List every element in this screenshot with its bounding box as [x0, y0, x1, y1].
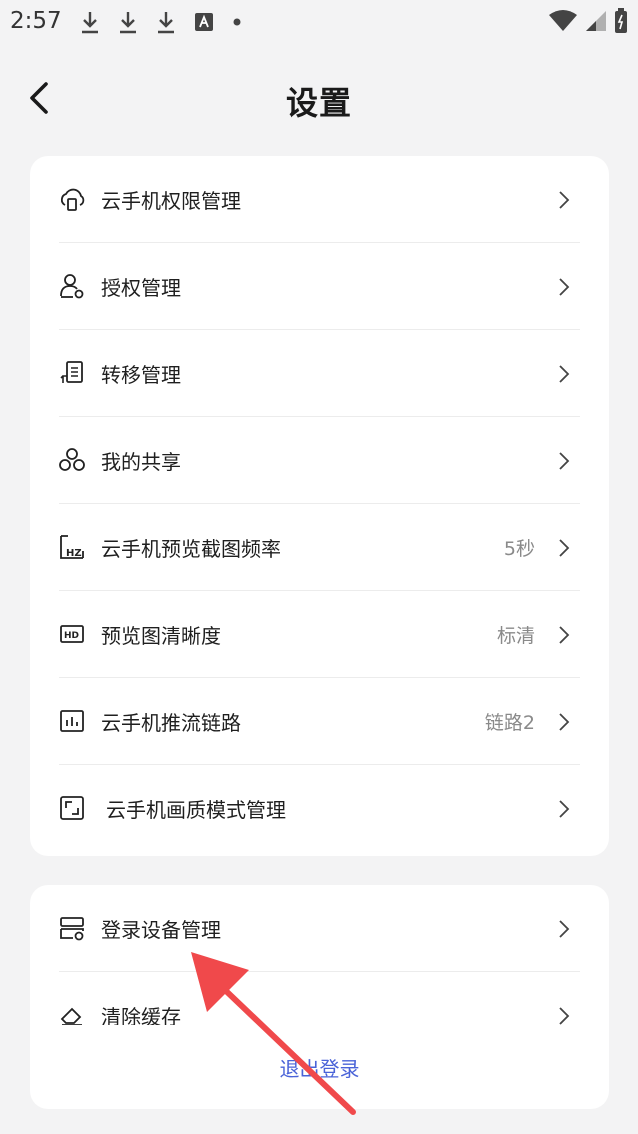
hd-icon: HD — [60, 625, 84, 643]
menu-item-login-devices[interactable]: 登录设备管理 — [30, 885, 609, 972]
menu-item-preview-clarity[interactable]: HD 预览图清晰度 标清 — [30, 591, 609, 678]
logout-button[interactable]: 退出登录 — [30, 1053, 609, 1082]
menu-item-label: 登录设备管理 — [101, 918, 221, 942]
download-icon — [82, 12, 98, 34]
svg-text:HZ: HZ — [66, 548, 82, 559]
menu-item-cloud-phone-permissions[interactable]: 云手机权限管理 — [30, 156, 609, 243]
chevron-right-icon — [559, 191, 570, 209]
status-system-icons — [548, 8, 628, 34]
menu-item-screenshot-frequency[interactable]: HZ 云手机预览截图频率 5秒 — [30, 504, 609, 591]
dot-icon — [233, 18, 241, 26]
menu-item-value: 标清 — [496, 625, 535, 647]
app-notification-icon — [195, 13, 213, 31]
chevron-right-icon — [559, 800, 570, 818]
chevron-right-icon — [559, 452, 570, 470]
menu-item-transfer[interactable]: 转移管理 — [30, 330, 609, 417]
chevron-right-icon — [559, 539, 570, 557]
hz-icon: HZ — [60, 535, 84, 559]
menu-item-value: 5秒 — [503, 538, 535, 560]
chevron-right-icon — [559, 278, 570, 296]
menu-item-quality-mode[interactable]: 云手机画质模式管理 — [30, 765, 609, 852]
page-title: 设置 — [285, 84, 352, 122]
logout-card: 退出登录 — [30, 1025, 609, 1109]
chevron-right-icon — [559, 365, 570, 383]
device-icon — [60, 917, 84, 941]
wifi-icon — [549, 10, 577, 31]
share-icon — [59, 448, 85, 471]
menu-item-value: 链路2 — [484, 712, 535, 734]
status-notifications — [80, 10, 242, 34]
status-bar: 2:57 — [0, 0, 638, 44]
menu-item-label: 云手机权限管理 — [101, 189, 241, 213]
menu-item-label: 云手机推流链路 — [101, 711, 241, 735]
menu-item-label: 转移管理 — [101, 363, 181, 387]
settings-card-main: 云手机权限管理 授权管理 转移管理 我的共享 HZ 云手机预览截图频率 5秒 H… — [30, 156, 609, 856]
chevron-right-icon — [559, 626, 570, 644]
chevron-right-icon — [559, 713, 570, 731]
battery-icon — [615, 8, 627, 33]
menu-item-label: 云手机预览截图频率 — [101, 537, 281, 561]
user-settings-icon — [60, 274, 84, 299]
signal-icon — [586, 11, 606, 31]
menu-item-authorization[interactable]: 授权管理 — [30, 243, 609, 330]
menu-item-label: 云手机画质模式管理 — [106, 798, 286, 822]
cloud-phone-icon — [60, 188, 85, 211]
download-icon — [120, 12, 136, 34]
chart-icon — [60, 710, 84, 732]
status-time: 2:57 — [10, 8, 62, 34]
menu-item-label: 预览图清晰度 — [101, 624, 221, 648]
menu-item-my-share[interactable]: 我的共享 — [30, 417, 609, 504]
chevron-right-icon — [559, 1007, 570, 1025]
svg-text:HD: HD — [64, 631, 79, 641]
transfer-icon — [60, 361, 83, 383]
chevron-right-icon — [559, 920, 570, 938]
quality-icon — [60, 796, 84, 820]
menu-item-label: 授权管理 — [101, 276, 181, 300]
menu-item-stream-link[interactable]: 云手机推流链路 链路2 — [30, 678, 609, 765]
download-icon — [158, 12, 174, 34]
header: 设置 — [0, 60, 638, 134]
menu-item-label: 我的共享 — [101, 450, 181, 474]
